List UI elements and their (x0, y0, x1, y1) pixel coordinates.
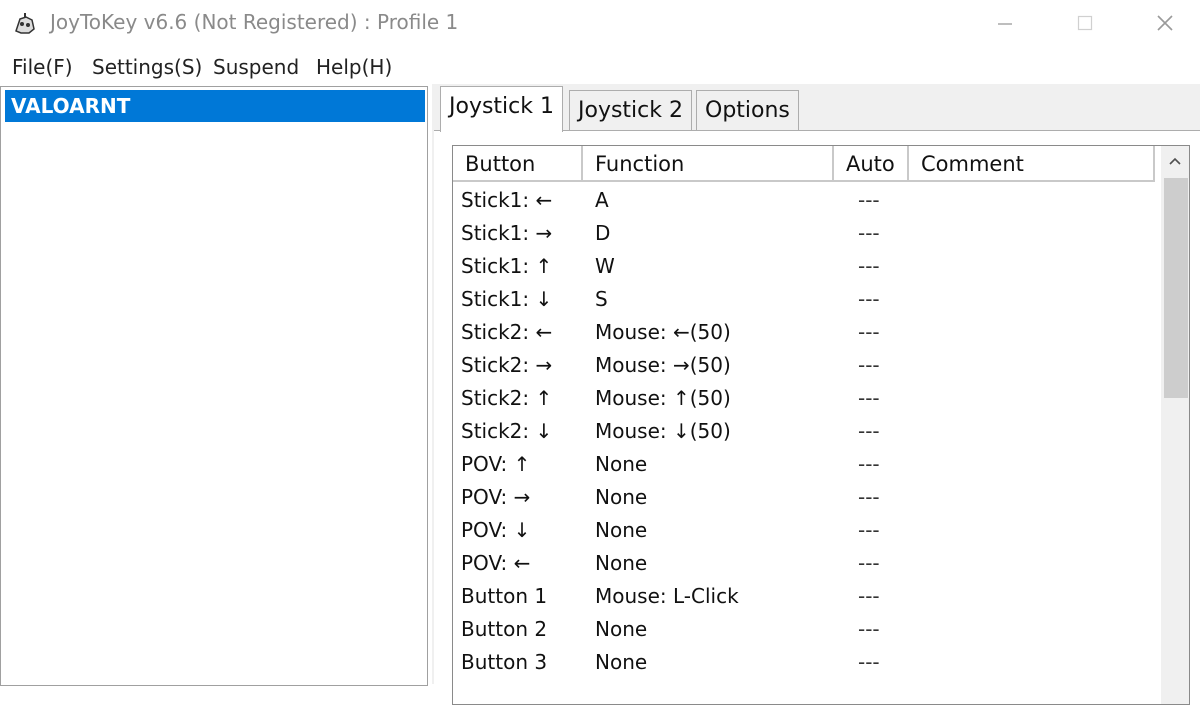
cell-function: Mouse: →(50) (595, 353, 731, 377)
cell-button: Stick1: ← (461, 188, 553, 212)
cell-auto: --- (858, 551, 880, 575)
table-row[interactable]: Stick2: ← Mouse: ←(50) --- (453, 316, 1153, 349)
cell-button: Stick2: ← (461, 320, 553, 344)
cell-auto: --- (858, 221, 880, 245)
vertical-scrollbar[interactable] (1161, 146, 1189, 704)
cell-function: W (595, 254, 615, 278)
minimize-button[interactable] (970, 0, 1040, 46)
column-header-comment[interactable]: Comment (909, 146, 1155, 182)
cell-button: Stick2: ↑ (461, 386, 553, 410)
cell-button: POV: ← (461, 551, 531, 575)
cell-auto: --- (858, 518, 880, 542)
cell-function: S (595, 287, 608, 311)
cell-function: None (595, 650, 648, 674)
title-bar: JoyToKey v6.6 (Not Registered) : Profile… (0, 0, 1200, 48)
table-row[interactable]: Stick1: → D --- (453, 217, 1153, 250)
joystick-config-panel: Joystick 1 Joystick 2 Options Button Fun… (432, 84, 1200, 705)
cell-function: None (595, 452, 648, 476)
cell-button: Button 3 (461, 650, 548, 674)
profile-item-selected[interactable]: VALOARNT (5, 90, 425, 122)
tab-joystick-1[interactable]: Joystick 1 (440, 86, 563, 132)
table-row[interactable]: Stick1: ↓ S --- (453, 283, 1153, 316)
maximize-button[interactable] (1050, 0, 1120, 46)
scroll-thumb[interactable] (1164, 178, 1188, 398)
tab-joystick-2[interactable]: Joystick 2 (569, 90, 692, 130)
cell-button: Button 1 (461, 584, 548, 608)
cell-button: Button 2 (461, 617, 548, 641)
cell-auto: --- (858, 353, 880, 377)
cell-auto: --- (858, 485, 880, 509)
scroll-up-button[interactable] (1161, 146, 1189, 176)
cell-auto: --- (858, 584, 880, 608)
table-row[interactable]: Button 3 None --- (453, 646, 1153, 679)
cell-function: None (595, 518, 648, 542)
menu-suspend[interactable]: Suspend (213, 55, 299, 79)
cell-button: Stick2: → (461, 353, 553, 377)
table-row[interactable]: Button 2 None --- (453, 613, 1153, 646)
table-row[interactable]: POV: → None --- (453, 481, 1153, 514)
cell-function: Mouse: ↓(50) (595, 419, 731, 443)
table-row[interactable]: Stick2: → Mouse: →(50) --- (453, 349, 1153, 382)
column-header-button[interactable]: Button (453, 146, 583, 182)
column-header-function[interactable]: Function (583, 146, 834, 182)
cell-button: Stick1: → (461, 221, 553, 245)
menu-file[interactable]: File(F) (12, 55, 73, 79)
cell-auto: --- (858, 320, 880, 344)
cell-function: D (595, 221, 611, 245)
cell-auto: --- (858, 254, 880, 278)
table-row[interactable]: Stick2: ↓ Mouse: ↓(50) --- (453, 415, 1153, 448)
cell-auto: --- (858, 452, 880, 476)
cell-function: Mouse: L-Click (595, 584, 739, 608)
close-icon (1157, 15, 1173, 31)
table-header: Button Function Auto Comment (453, 146, 1173, 182)
cell-button: Stick1: ↓ (461, 287, 553, 311)
table-row[interactable]: Button 1 Mouse: L-Click --- (453, 580, 1153, 613)
cell-auto: --- (858, 287, 880, 311)
button-assignment-table[interactable]: Button Function Auto Comment Stick1: ← A -… (452, 145, 1190, 705)
cell-auto: --- (858, 617, 880, 641)
menu-bar: File(F) Settings(S) Suspend Help(H) (0, 50, 1200, 84)
table-row[interactable]: POV: ↓ None --- (453, 514, 1153, 547)
cell-button: POV: ↓ (461, 518, 531, 542)
close-button[interactable] (1130, 0, 1200, 46)
cell-function: None (595, 617, 648, 641)
cell-button: POV: → (461, 485, 531, 509)
cell-auto: --- (858, 650, 880, 674)
cell-function: Mouse: ←(50) (595, 320, 731, 344)
table-row[interactable]: Stick2: ↑ Mouse: ↑(50) --- (453, 382, 1153, 415)
table-row[interactable]: Stick1: ↑ W --- (453, 250, 1153, 283)
cell-auto: --- (858, 188, 880, 212)
cell-button: Stick1: ↑ (461, 254, 553, 278)
joytokey-app-icon (15, 13, 35, 34)
cell-button: POV: ↑ (461, 452, 531, 476)
cell-function: None (595, 551, 648, 575)
tab-options[interactable]: Options (696, 90, 799, 130)
cell-function: A (595, 188, 609, 212)
cell-auto: --- (858, 419, 880, 443)
window-title: JoyToKey v6.6 (Not Registered) : Profile… (50, 10, 459, 34)
menu-help[interactable]: Help(H) (316, 55, 392, 79)
cell-function: None (595, 485, 648, 509)
tab-page-joystick-1: Button Function Auto Comment Stick1: ← A -… (434, 130, 1200, 705)
cell-button: Stick2: ↓ (461, 419, 553, 443)
table-row[interactable]: Stick1: ← A --- (453, 184, 1153, 217)
table-row[interactable]: POV: ↑ None --- (453, 448, 1153, 481)
profile-list[interactable]: VALOARNT (0, 86, 428, 686)
chevron-up-icon (1169, 157, 1181, 165)
menu-settings[interactable]: Settings(S) (92, 55, 202, 79)
cell-function: Mouse: ↑(50) (595, 386, 731, 410)
minimize-icon (998, 23, 1012, 25)
cell-auto: --- (858, 386, 880, 410)
column-header-auto[interactable]: Auto (834, 146, 909, 182)
table-row[interactable]: POV: ← None --- (453, 547, 1153, 580)
maximize-icon (1077, 15, 1093, 31)
